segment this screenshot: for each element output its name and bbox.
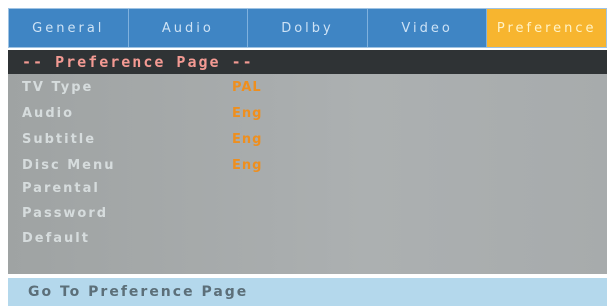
tab-preference[interactable]: Preference <box>487 9 606 47</box>
status-text: Go To Preference Page <box>28 284 249 300</box>
setting-label-parental: Parental <box>22 180 100 196</box>
setting-label-password: Password <box>22 205 109 221</box>
setting-row-subtitle[interactable]: Subtitle Eng <box>22 129 262 149</box>
status-bar: Go To Preference Page <box>8 278 607 306</box>
setting-label-tv-type: TV Type <box>22 79 94 95</box>
page-title-bar: -- Preference Page -- <box>8 50 607 74</box>
setting-row-password[interactable]: Password <box>22 203 232 223</box>
tab-video[interactable]: Video <box>368 9 488 47</box>
setting-label-subtitle: Subtitle <box>22 131 97 147</box>
settings-panel: TV Type PAL Audio Eng Subtitle Eng Disc … <box>8 74 607 274</box>
setting-label-disc-menu: Disc Menu <box>22 157 116 173</box>
setting-row-default[interactable]: Default <box>22 228 232 248</box>
dvd-setup-screen: General Audio Dolby Video Preference -- … <box>0 0 607 306</box>
setup-tab-bar: General Audio Dolby Video Preference <box>8 8 607 48</box>
setting-value-audio: Eng <box>232 105 263 121</box>
setting-value-tv-type: PAL <box>232 79 262 95</box>
setting-label-audio: Audio <box>22 105 75 121</box>
setting-label-default: Default <box>22 230 90 246</box>
setting-row-parental[interactable]: Parental <box>22 178 232 198</box>
tab-audio[interactable]: Audio <box>129 9 249 47</box>
tab-dolby[interactable]: Dolby <box>248 9 368 47</box>
setting-row-audio[interactable]: Audio Eng <box>22 103 262 123</box>
tab-general[interactable]: General <box>9 9 129 47</box>
setting-row-disc-menu[interactable]: Disc Menu Eng <box>22 155 262 175</box>
setting-row-tv-type[interactable]: TV Type PAL <box>22 77 262 97</box>
setting-value-subtitle: Eng <box>232 131 263 147</box>
setting-value-disc-menu: Eng <box>232 157 263 173</box>
page-title: -- Preference Page -- <box>22 53 254 71</box>
